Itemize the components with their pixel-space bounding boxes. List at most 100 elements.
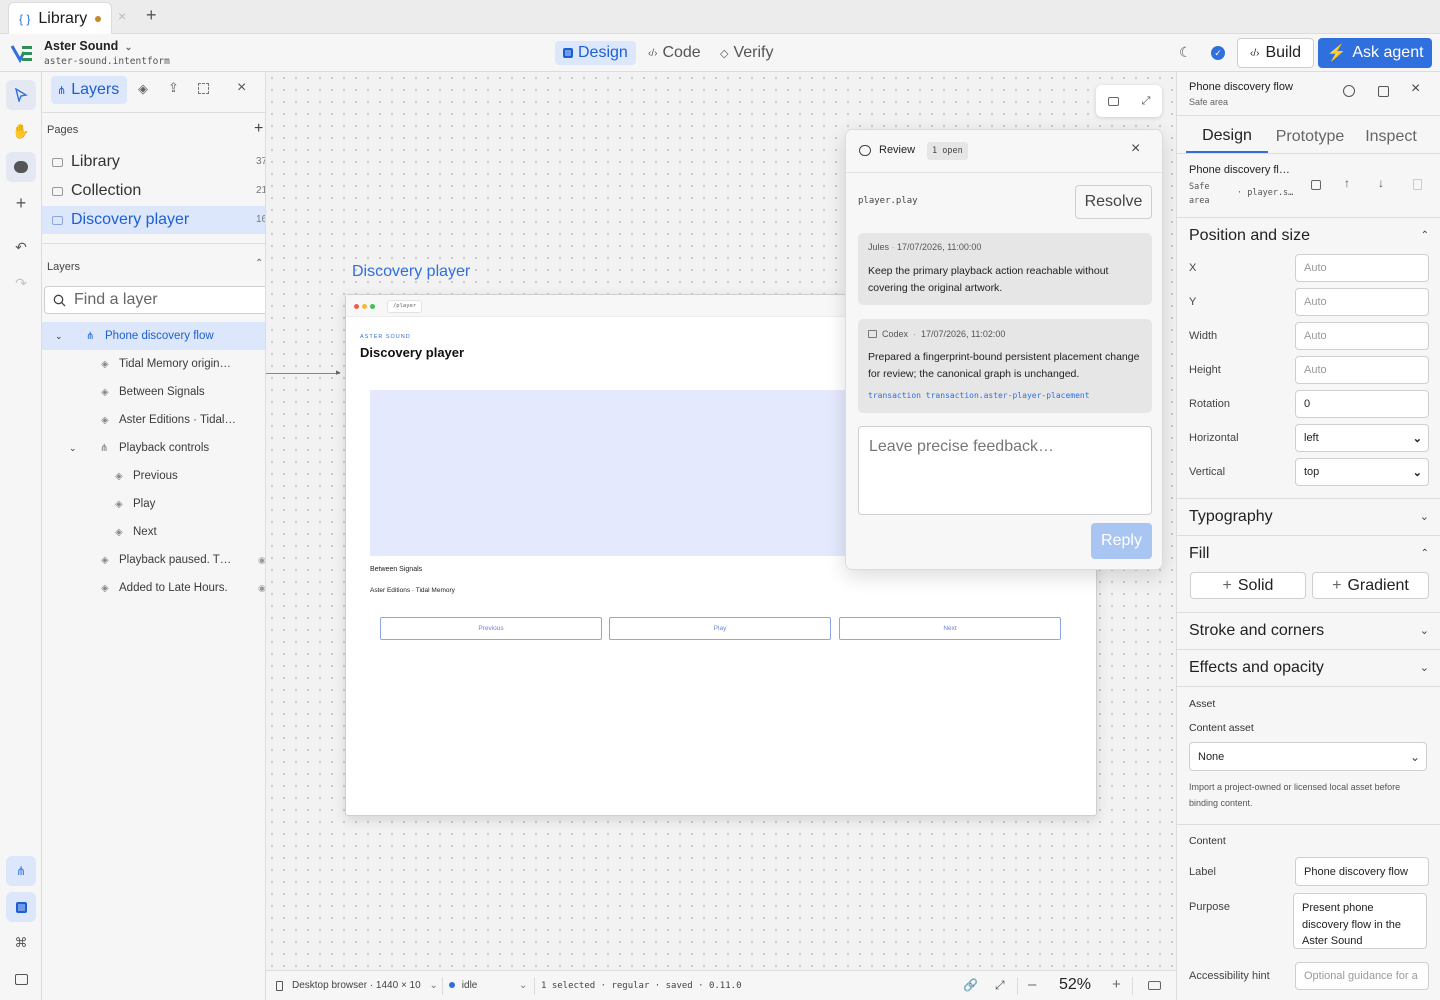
section-position-size[interactable]: Position and size ⌃ — [1177, 217, 1440, 253]
add-gradient-fill-button[interactable]: + Gradient — [1312, 572, 1429, 599]
link-icon[interactable]: 🔗 — [963, 978, 978, 992]
accessibility-hint-input[interactable]: Optional guidance for a — [1295, 962, 1429, 990]
mode-design-button[interactable]: Design — [555, 41, 636, 65]
device-select[interactable]: Desktop browser · 1440 × 10 ⌄ — [292, 980, 438, 991]
visibility-icon[interactable]: ◉ — [258, 555, 265, 566]
frame-title[interactable]: Discovery player — [352, 263, 470, 281]
mode-code-button[interactable]: ‹/› Code — [640, 41, 709, 65]
close-inspector-icon[interactable]: × — [1411, 80, 1420, 98]
add-solid-fill-button[interactable]: + Solid — [1190, 572, 1306, 599]
verified-badge-icon[interactable]: ✓ — [1211, 46, 1225, 60]
layer-row[interactable]: ◈ Tidal Memory origin… — [42, 350, 265, 378]
gradient-label: Gradient — [1347, 576, 1409, 594]
export-icon[interactable]: ⇪ — [168, 80, 179, 96]
duplicate-icon[interactable] — [1378, 86, 1389, 97]
design-panel-toggle[interactable] — [6, 892, 36, 922]
resolve-button[interactable]: Resolve — [1075, 185, 1152, 219]
field-placeholder: Auto — [1304, 330, 1327, 342]
new-tab-button[interactable]: + — [146, 5, 157, 26]
section-fill[interactable]: Fill ⌃ — [1177, 535, 1440, 571]
preview-icon[interactable] — [1107, 96, 1119, 106]
tab-design[interactable]: Design — [1186, 121, 1268, 153]
horizontal-select[interactable]: left ⌄ — [1295, 424, 1429, 452]
layers-tab[interactable]: ⋔ Layers — [51, 76, 127, 104]
next-button[interactable]: Next — [839, 617, 1061, 640]
copy-icon[interactable] — [1311, 180, 1321, 190]
trash-icon[interactable] — [1413, 179, 1422, 190]
collapse-icon[interactable]: ⌃ — [255, 258, 263, 269]
field-accessibility-hint: Accessibility hint Optional guidance for… — [1189, 962, 1429, 990]
play-button[interactable]: Play — [609, 617, 831, 640]
previous-button[interactable]: Previous — [380, 617, 602, 640]
close-review-icon[interactable]: × — [1131, 140, 1140, 158]
tab-prototype[interactable]: Prototype — [1271, 121, 1349, 153]
rotation-input[interactable]: 0 — [1295, 390, 1429, 418]
field-placeholder: Auto — [1304, 262, 1327, 274]
page-item-discovery-player[interactable]: Discovery player 16 — [42, 206, 265, 234]
zoom-level[interactable]: 52% — [1059, 976, 1091, 994]
state-select[interactable]: idle ⌄ — [449, 980, 529, 991]
add-page-icon[interactable]: + — [254, 120, 263, 138]
feedback-textarea[interactable]: Leave precise feedback… — [858, 426, 1152, 515]
width-input[interactable]: Auto — [1295, 322, 1429, 350]
design-mode-icon — [563, 48, 573, 58]
tab-inspect[interactable]: Inspect — [1357, 121, 1425, 153]
mode-verify-button[interactable]: ◇ Verify — [712, 41, 781, 65]
content-asset-select[interactable]: None ⌄ — [1189, 742, 1427, 771]
keyboard-icon[interactable] — [1148, 981, 1161, 990]
zoom-out-button[interactable]: – — [1028, 976, 1036, 993]
arrow-down-icon[interactable]: ↓ — [1378, 176, 1384, 190]
layer-row-phone-discovery-flow[interactable]: ⌄ ⋔ Phone discovery flow — [42, 322, 265, 350]
layer-search-input[interactable]: Find a layer — [44, 286, 265, 314]
expand-icon[interactable]: ⤢ — [995, 978, 1005, 993]
layer-row[interactable]: ◈ Playback paused. T… ◉ — [42, 546, 265, 574]
page-item-collection[interactable]: Collection 21 — [42, 177, 265, 205]
page-item-library[interactable]: Library 37 — [42, 148, 265, 176]
section-stroke[interactable]: Stroke and corners ⌄ — [1177, 612, 1440, 648]
moon-icon[interactable]: ☾ — [1179, 44, 1192, 61]
command-button[interactable]: ⌘ — [6, 928, 36, 958]
layer-row-playback-controls[interactable]: ⌄ ⋔ Playback controls — [42, 434, 265, 462]
hand-tool-button[interactable]: ✋ — [6, 116, 36, 146]
layer-row[interactable]: ◈ Aster Editions · Tidal… — [42, 406, 265, 434]
arrow-up-icon[interactable]: ↑ — [1344, 176, 1350, 190]
vertical-select[interactable]: top ⌄ — [1295, 458, 1429, 486]
visibility-icon[interactable]: ◉ — [258, 583, 265, 594]
add-tool-button[interactable]: + — [6, 188, 36, 218]
layer-row[interactable]: ◈ Play — [42, 490, 265, 518]
close-panel-icon[interactable]: × — [237, 79, 246, 97]
tab-library[interactable]: { } Library — [8, 2, 112, 34]
layers-panel-toggle[interactable]: ⋔ — [6, 856, 36, 886]
section-effects[interactable]: Effects and opacity ⌄ — [1177, 649, 1440, 685]
transaction-link[interactable]: transaction transaction.aster-player-pla… — [868, 391, 1090, 400]
page-count: 16 — [256, 214, 265, 225]
comment-tool-button[interactable] — [6, 152, 36, 182]
selection-name: Phone discovery fl… — [1189, 164, 1290, 176]
expand-icon[interactable]: ⤢ — [1142, 95, 1151, 108]
project-switcher[interactable]: Aster Sound ⌄ — [44, 39, 132, 53]
frame-icon[interactable] — [198, 83, 209, 94]
redo-button[interactable]: ↷ — [6, 268, 36, 298]
window-close-dot — [354, 304, 359, 309]
target-icon[interactable] — [1343, 85, 1355, 97]
reply-button[interactable]: Reply — [1091, 523, 1152, 559]
purpose-textarea[interactable]: Present phone discovery flow in the Aste… — [1293, 893, 1427, 949]
select-tool-button[interactable] — [6, 80, 36, 110]
label-input[interactable]: Phone discovery flow — [1295, 857, 1429, 886]
undo-button[interactable]: ↶ — [6, 232, 36, 262]
layer-row[interactable]: ◈ Added to Late Hours. ◉ — [42, 574, 265, 602]
height-input[interactable]: Auto — [1295, 356, 1429, 384]
layer-row[interactable]: ◈ Next — [42, 518, 265, 546]
x-input[interactable]: Auto — [1295, 254, 1429, 282]
build-button[interactable]: ‹/› Build — [1237, 38, 1314, 68]
stack-icon[interactable]: ◈ — [138, 81, 148, 97]
section-typography[interactable]: Typography ⌄ — [1177, 498, 1440, 534]
fit-screen-button[interactable] — [6, 964, 36, 994]
y-input[interactable]: Auto — [1295, 288, 1429, 316]
layer-row[interactable]: ◈ Between Signals — [42, 378, 265, 406]
ask-agent-button[interactable]: ⚡ Ask agent — [1318, 38, 1432, 68]
layer-row[interactable]: ◈ Previous — [42, 462, 265, 490]
close-tab-icon[interactable]: × — [118, 8, 126, 24]
zoom-in-button[interactable]: + — [1112, 976, 1121, 993]
design-canvas[interactable]: ⤢ ▸ Discovery player /player ASTER SOUND… — [266, 72, 1176, 970]
